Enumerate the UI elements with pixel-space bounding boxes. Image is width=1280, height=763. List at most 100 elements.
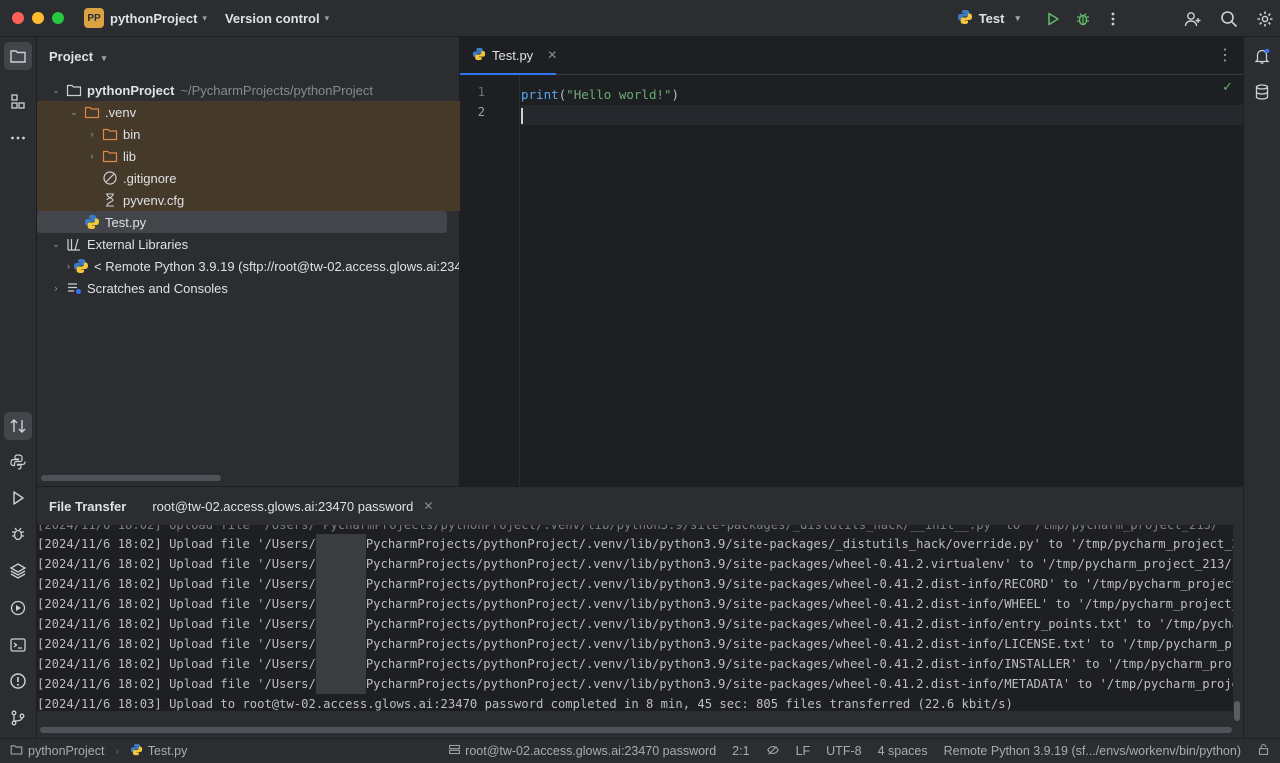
python-console-icon[interactable] bbox=[4, 448, 32, 476]
line-separator[interactable]: LF bbox=[796, 744, 811, 758]
no-problems-check-icon[interactable]: ✓ bbox=[1222, 79, 1233, 95]
log-line: [2024/11/6 18:02] Upload file '/Users/Py… bbox=[37, 554, 1233, 574]
more-horizontal-icon[interactable] bbox=[4, 124, 32, 152]
code-area[interactable]: print("Hello world!") bbox=[521, 75, 1243, 486]
tree-item-pythonproject[interactable]: ⌄ pythonProject ~/PycharmProjects/python… bbox=[49, 79, 373, 101]
tree-item-label: bin bbox=[123, 126, 141, 142]
tree-item-remote-python[interactable]: › < Remote Python 3.9.19 (sftp://root@tw… bbox=[67, 255, 459, 277]
version-control-menu[interactable]: Version control bbox=[225, 11, 320, 26]
tree-item-label: .gitignore bbox=[123, 170, 177, 186]
problems-icon[interactable] bbox=[4, 667, 32, 695]
close-window-button[interactable] bbox=[12, 12, 24, 24]
tree-item-pyvenv-cfg[interactable]: pyvenv.cfg bbox=[85, 189, 184, 211]
vertical-scrollbar[interactable] bbox=[1234, 701, 1240, 721]
file-transfer-panel: File Transfer root@tw-02.access.glows.ai… bbox=[37, 486, 1243, 738]
tree-item-label: .venv bbox=[105, 104, 137, 120]
lock-icon[interactable] bbox=[1257, 743, 1270, 759]
tree-item-label: Scratches and Consoles bbox=[87, 280, 228, 296]
tree-item-bin[interactable]: › bin bbox=[85, 123, 141, 145]
chevron-right-icon[interactable]: › bbox=[67, 261, 70, 271]
file-encoding[interactable]: UTF-8 bbox=[826, 744, 861, 758]
notifications-icon[interactable] bbox=[1248, 42, 1276, 70]
indent-settings[interactable]: 4 spaces bbox=[878, 744, 928, 758]
tab-label: Test.py bbox=[492, 47, 534, 63]
deployment-server-widget[interactable]: root@tw-02.access.glows.ai:23470 passwor… bbox=[448, 743, 716, 759]
python-file-icon bbox=[472, 47, 486, 64]
minimize-window-button[interactable] bbox=[32, 12, 44, 24]
add-user-icon[interactable] bbox=[1178, 4, 1208, 34]
right-tool-strip bbox=[1243, 37, 1280, 738]
tree-item-external-libraries[interactable]: ⌄ External Libraries bbox=[49, 233, 188, 255]
line-number: 1 bbox=[477, 85, 485, 99]
more-vertical-icon[interactable]: ⋮ bbox=[1217, 45, 1233, 65]
project-switcher[interactable]: pythonProject bbox=[110, 11, 197, 26]
breadcrumb-file[interactable]: Test.py bbox=[148, 744, 188, 758]
tree-item-venv[interactable]: ⌄ .venv bbox=[67, 101, 136, 123]
file-transfer-icon[interactable] bbox=[4, 412, 32, 440]
panel-title: File Transfer bbox=[49, 498, 127, 514]
gear-icon[interactable] bbox=[1250, 4, 1280, 34]
server-icon bbox=[448, 743, 461, 759]
run-icon[interactable] bbox=[1038, 4, 1068, 34]
tree-item-label: External Libraries bbox=[87, 236, 189, 252]
structure-icon[interactable] bbox=[4, 88, 32, 116]
layers-icon[interactable] bbox=[4, 557, 32, 585]
project-tool-window: Project ▾ ⌄ pythonProject ~/PycharmProje… bbox=[37, 37, 460, 486]
services-icon[interactable] bbox=[4, 594, 32, 622]
git-icon[interactable] bbox=[4, 704, 32, 732]
tree-item-lib[interactable]: › lib bbox=[85, 145, 137, 167]
tab-transfer-session[interactable]: root@tw-02.access.glows.ai:23470 passwor… bbox=[152, 499, 413, 514]
transfer-log[interactable]: [2024/11/6 18:02] Upload file '/Users/ P… bbox=[37, 525, 1233, 711]
tree-item-label: lib bbox=[123, 148, 137, 164]
window-controls bbox=[12, 12, 64, 24]
caret-position[interactable]: 2:1 bbox=[732, 744, 749, 758]
database-icon[interactable] bbox=[1248, 78, 1276, 106]
library-icon bbox=[66, 236, 82, 252]
close-icon[interactable]: ✕ bbox=[547, 48, 557, 62]
chevron-down-icon[interactable]: ⌄ bbox=[49, 239, 63, 250]
project-panel-title[interactable]: Project ▾ bbox=[49, 49, 106, 64]
debug-tool-icon[interactable] bbox=[4, 520, 32, 548]
chevron-right-icon[interactable]: › bbox=[49, 283, 63, 293]
tree-item-scratches[interactable]: › Scratches and Consoles bbox=[49, 277, 228, 299]
chevron-right-icon[interactable]: › bbox=[85, 129, 99, 139]
status-bar: pythonProject › Test.py root@tw-02.acces… bbox=[0, 738, 1280, 763]
project-folder-icon[interactable] bbox=[4, 42, 32, 70]
run-config-label: Test bbox=[978, 11, 1005, 26]
tree-item-label: pythonProject bbox=[87, 82, 175, 98]
readonly-toggle-icon[interactable] bbox=[766, 743, 780, 760]
breadcrumb-project[interactable]: pythonProject bbox=[28, 744, 104, 758]
chevron-down-icon[interactable]: ⌄ bbox=[49, 85, 63, 96]
log-line: [2024/11/6 18:02] Upload file '/Users/Py… bbox=[37, 534, 1233, 554]
log-line: [2024/11/6 18:02] Upload file '/Users/Py… bbox=[37, 654, 1233, 674]
config-file-icon bbox=[102, 192, 118, 208]
chevron-right-icon[interactable]: › bbox=[85, 151, 99, 161]
terminal-icon[interactable] bbox=[4, 631, 32, 659]
horizontal-scrollbar[interactable] bbox=[40, 727, 1232, 733]
log-line: [2024/11/6 18:02] Upload file '/Users/Py… bbox=[37, 574, 1233, 594]
chevron-down-icon[interactable]: ▾ bbox=[202, 13, 207, 24]
excluded-folder-icon bbox=[84, 104, 100, 120]
tab-test-py[interactable]: Test.py ✕ bbox=[460, 37, 557, 75]
more-vertical-icon[interactable] bbox=[1098, 4, 1128, 34]
close-icon[interactable]: ✕ bbox=[423, 499, 433, 513]
tree-item-gitignore[interactable]: .gitignore bbox=[85, 167, 176, 189]
scratches-icon bbox=[66, 280, 82, 296]
editor: Test.py ✕ ⋮ 1 2 print("Hello world!") ✓ bbox=[460, 37, 1243, 486]
python-interpreter[interactable]: Remote Python 3.9.19 (sf.../envs/workenv… bbox=[944, 744, 1241, 758]
left-tool-strip bbox=[0, 37, 37, 738]
chevron-down-icon[interactable]: ▾ bbox=[325, 13, 330, 24]
run-config-selector[interactable]: Test ▾ bbox=[957, 9, 1020, 28]
project-badge[interactable]: PP bbox=[84, 8, 104, 28]
tree-item-test-py[interactable]: Test.py bbox=[67, 211, 146, 233]
python-icon bbox=[957, 9, 973, 28]
python-icon bbox=[73, 258, 89, 274]
horizontal-scrollbar[interactable] bbox=[41, 475, 221, 481]
debug-icon[interactable] bbox=[1068, 4, 1098, 34]
run-tool-icon[interactable] bbox=[4, 484, 32, 512]
excluded-folder-icon bbox=[102, 126, 118, 142]
chevron-down-icon[interactable]: ⌄ bbox=[67, 107, 81, 118]
search-icon[interactable] bbox=[1214, 4, 1244, 34]
zoom-window-button[interactable] bbox=[52, 12, 64, 24]
line-number-gutter: 1 2 bbox=[460, 75, 520, 486]
